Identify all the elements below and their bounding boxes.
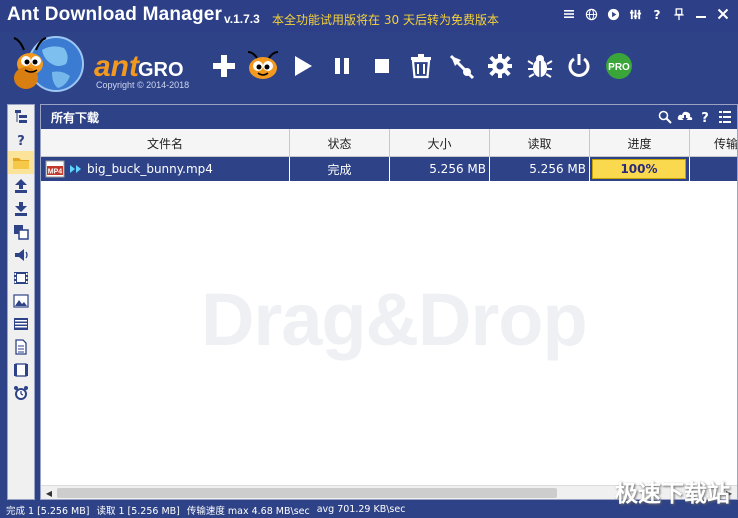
status-speed: 传输速度 max 4.68 MB\sec [186, 505, 310, 517]
video-icon[interactable] [8, 266, 34, 289]
column-header-progress[interactable]: 进度 [590, 129, 690, 157]
settings-icon[interactable] [624, 5, 646, 23]
cell-status: 完成 [290, 157, 390, 181]
globe-icon[interactable] [580, 5, 602, 23]
image-icon[interactable] [8, 289, 34, 312]
file-name: big_buck_bunny.mp4 [87, 162, 213, 176]
panel-title: 所有下载 [51, 111, 100, 125]
scrollbar-thumb[interactable] [57, 488, 557, 498]
folder-icon[interactable] [8, 151, 34, 174]
power-icon[interactable] [560, 47, 600, 85]
cell-transfer [690, 157, 737, 181]
svg-text:?: ? [654, 8, 661, 21]
settings-gear-icon[interactable] [481, 47, 521, 85]
trial-days: 30 [383, 13, 400, 27]
status-read: 读取 1 [5.256 MB] [96, 505, 180, 517]
panel-header: 所有下载 ? [41, 105, 737, 129]
play-icon[interactable] [602, 5, 624, 23]
status-done: 完成 1 [5.256 MB] [6, 505, 90, 517]
bug-icon[interactable] [520, 47, 560, 85]
app-title: Ant Download Manager [7, 4, 223, 25]
play-arrows-icon [69, 164, 83, 174]
category-sidebar: ? [7, 104, 35, 500]
speed-icon[interactable] [441, 47, 481, 85]
main-toolbar: PRO [204, 46, 639, 86]
column-headers: 文件名 状态 大小 读取 进度 传输 [41, 129, 737, 157]
progress-bar: 100% [592, 159, 686, 179]
cell-filename: MP4 big_buck_bunny.mp4 [41, 157, 290, 181]
help-icon[interactable]: ? [8, 128, 34, 151]
pro-icon[interactable]: PRO [599, 47, 639, 85]
menu-icon[interactable] [558, 5, 580, 23]
help-icon[interactable]: ? [697, 109, 713, 125]
watermark: 极速下载站 [615, 481, 730, 507]
scroll-left-icon[interactable]: ◀ [43, 487, 55, 499]
cell-progress: 100% [590, 157, 690, 181]
file-type-label: MP4 [48, 169, 63, 176]
column-header-size[interactable]: 大小 [390, 129, 490, 157]
app-version: v.1.7.3 [224, 12, 260, 26]
column-header-read[interactable]: 读取 [490, 129, 590, 157]
pro-label: PRO [608, 62, 630, 73]
upload-icon[interactable] [8, 174, 34, 197]
cell-size: 5.256 MB [390, 157, 490, 181]
panel-tools: ? [657, 109, 733, 125]
pause-icon[interactable] [323, 47, 363, 85]
column-header-transfer[interactable]: 传输 [690, 129, 737, 157]
trial-prefix: 本全功能试用版将在 [272, 13, 381, 27]
help-icon[interactable]: ? [646, 5, 668, 23]
list-icon[interactable] [717, 109, 733, 125]
copyright-text: Copyright © 2014-2018 [96, 80, 190, 90]
cloud-download-icon[interactable] [677, 109, 693, 125]
drag-drop-hint: Drag&Drop [201, 278, 588, 361]
document-icon[interactable] [8, 335, 34, 358]
search-icon[interactable] [657, 109, 673, 125]
cell-read: 5.256 MB [490, 157, 590, 181]
svg-text:?: ? [17, 134, 25, 148]
app-window: Ant Download Manager v.1.7.3 本全功能试用版将在 3… [0, 0, 738, 518]
svg-text:?: ? [701, 111, 709, 124]
ant-mascot-icon[interactable] [244, 47, 284, 85]
trial-notice[interactable]: 本全功能试用版将在 30 天后转为免费版本 [272, 11, 499, 28]
copy-icon[interactable] [8, 220, 34, 243]
column-header-status[interactable]: 状态 [290, 129, 390, 157]
add-download-icon[interactable] [204, 47, 244, 85]
archive-icon[interactable] [8, 312, 34, 335]
title-bar: Ant Download Manager v.1.7.3 本全功能试用版将在 3… [0, 0, 738, 32]
close-icon[interactable] [712, 5, 734, 23]
start-icon[interactable] [283, 47, 323, 85]
delete-icon[interactable] [402, 47, 442, 85]
program-icon[interactable] [8, 358, 34, 381]
pin-icon[interactable] [668, 5, 690, 23]
downloads-panel: 所有下载 ? 文件名 状态 大小 读取 进度 传输 MP4 big_buck_b… [40, 104, 738, 500]
brand-name-a: ant [94, 50, 141, 82]
table-row[interactable]: MP4 big_buck_bunny.mp4 完成 5.256 MB 5.256… [41, 157, 737, 181]
download-icon[interactable] [8, 197, 34, 220]
column-header-filename[interactable]: 文件名 [41, 129, 290, 157]
trial-suffix: 天后转为免费版本 [402, 13, 499, 27]
minimize-icon[interactable] [690, 5, 712, 23]
file-type-icon: MP4 [45, 160, 65, 178]
stop-icon[interactable] [362, 47, 402, 85]
status-avg: avg 701.29 KB\sec [316, 504, 406, 515]
audio-icon[interactable] [8, 243, 34, 266]
alarm-icon[interactable] [8, 381, 34, 404]
tree-icon[interactable] [8, 105, 34, 128]
ant-logo [8, 34, 84, 96]
brand-name-b: GROUP [138, 59, 184, 81]
window-controls: ? [558, 5, 734, 23]
